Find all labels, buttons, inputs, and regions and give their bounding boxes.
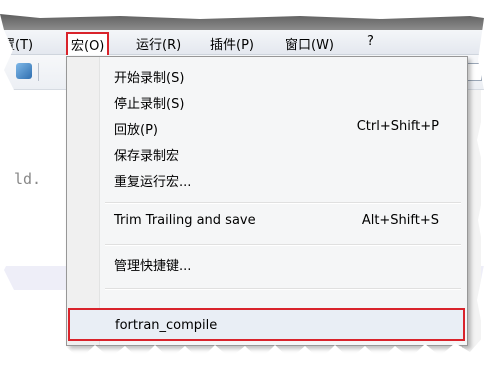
menu-item-playback[interactable]: 回放(P) Ctrl+Shift+P	[67, 115, 467, 141]
menu-item-label: 管理快捷键...	[114, 259, 192, 274]
menu-item-run-multiple[interactable]: 重复运行宏...	[67, 167, 467, 193]
macro-dropdown-menu: 开始录制(S) 停止录制(S) 回放(P) Ctrl+Shift+P 保存录制宏…	[66, 56, 468, 346]
menu-bar: 置(T) 宏(O) 运行(R) 插件(P) 窗口(W) ?	[0, 30, 486, 58]
menu-run[interactable]: 运行(R)	[136, 34, 181, 53]
menu-item-shortcut: Alt+Shift+S	[361, 213, 439, 228]
menu-window[interactable]: 窗口(W)	[285, 34, 334, 53]
menu-item-label: 回放(P)	[114, 123, 158, 138]
menu-item-label: 开始录制(S)	[114, 71, 185, 86]
menu-separator	[105, 202, 461, 204]
toolbar-separator	[38, 63, 39, 81]
toolbar-tool-icon[interactable]	[16, 63, 32, 79]
menu-item-stop-recording[interactable]: 停止录制(S)	[67, 89, 467, 115]
menu-separator	[105, 244, 461, 246]
menu-item-manage-shortcuts[interactable]: 管理快捷键...	[67, 251, 467, 277]
menu-item-save-recorded-macro[interactable]: 保存录制宏	[67, 141, 467, 167]
window-title-bar	[0, 14, 486, 30]
menu-item-fortran-compile[interactable]: fortran_compile	[68, 308, 465, 341]
menu-item-label: Trim Trailing and save	[114, 213, 256, 228]
torn-screenshot-crop: 置(T) 宏(O) 运行(R) 插件(P) 窗口(W) ? ld. 开始录制(S…	[0, 14, 486, 360]
toolbar-document-icon[interactable]	[466, 63, 482, 81]
menu-settings[interactable]: 置(T)	[2, 34, 33, 53]
menu-plugins[interactable]: 插件(P)	[210, 34, 254, 53]
menu-item-trim-trailing-save[interactable]: Trim Trailing and save Alt+Shift+S	[67, 209, 467, 235]
menu-item-start-recording[interactable]: 开始录制(S)	[67, 63, 467, 89]
editor-code-line: ld.	[14, 170, 42, 188]
menu-item-label: 保存录制宏	[114, 149, 180, 164]
menu-item-shortcut: Ctrl+Shift+P	[356, 119, 439, 134]
menu-item-label: fortran_compile	[115, 318, 218, 333]
screenshot-canvas: 置(T) 宏(O) 运行(R) 插件(P) 窗口(W) ? ld. 开始录制(S…	[0, 0, 489, 369]
menu-separator	[105, 288, 461, 290]
menu-item-label: 重复运行宏...	[114, 175, 192, 190]
menu-item-label: 停止录制(S)	[114, 97, 185, 112]
menu-help[interactable]: ?	[367, 34, 374, 49]
